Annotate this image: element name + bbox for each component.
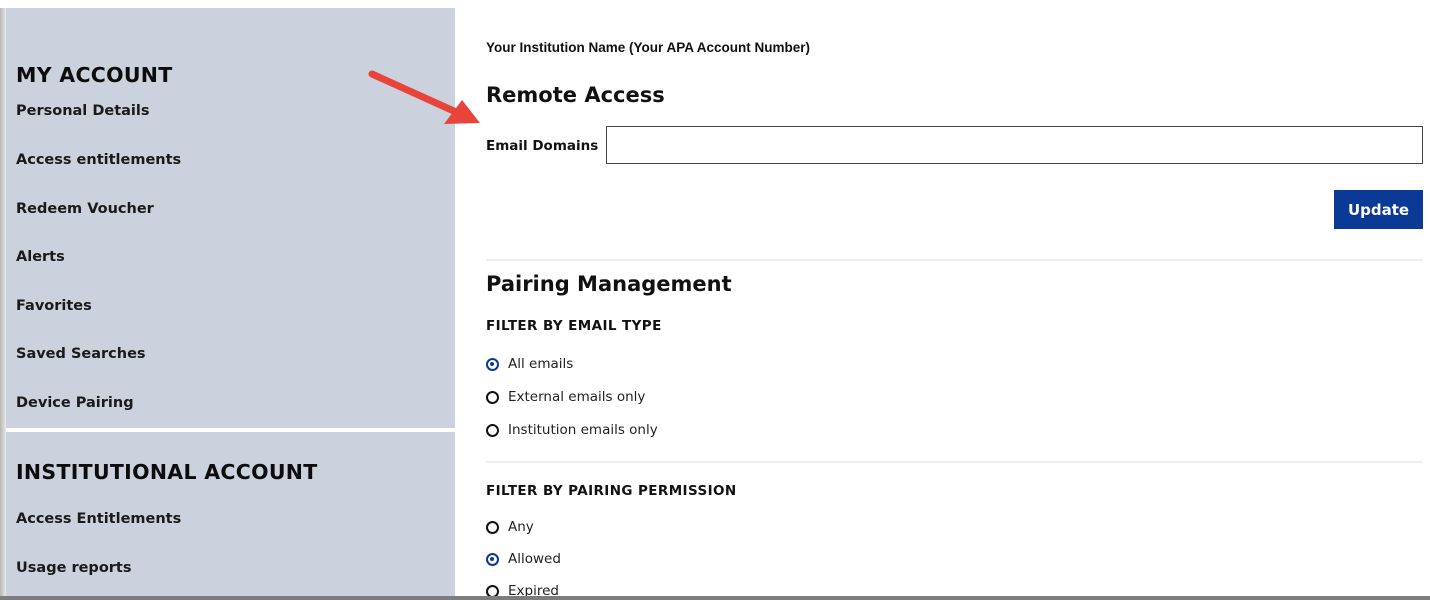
sidebar-item-usage-reports[interactable]: Usage reports: [16, 560, 132, 576]
sidebar-item-saved-searches[interactable]: Saved Searches: [16, 346, 146, 362]
institutional-account-heading: INSTITUTIONAL ACCOUNT: [16, 460, 318, 484]
radio-checked-icon[interactable]: [486, 552, 499, 566]
sidebar-item-inst-access-entitlements[interactable]: Access Entitlements: [16, 511, 181, 527]
email-domains-label: Email Domains: [486, 138, 599, 154]
sidebar-item-favorites[interactable]: Favorites: [16, 298, 92, 314]
sidebar-item-access-entitlements[interactable]: Access entitlements: [16, 152, 181, 168]
radio-label: Institution emails only: [508, 422, 658, 438]
radio-unchecked-icon[interactable]: [486, 390, 499, 404]
radio-checked-icon[interactable]: [486, 357, 499, 371]
my-account-heading: MY ACCOUNT: [16, 63, 173, 87]
radio-any[interactable]: Any: [486, 517, 534, 537]
account-page: MY ACCOUNT Personal Details Access entit…: [0, 0, 1430, 600]
radio-unchecked-icon[interactable]: [486, 423, 499, 437]
sidebar-item-alerts[interactable]: Alerts: [16, 249, 65, 265]
sidebar-item-personal-details[interactable]: Personal Details: [16, 103, 150, 119]
filter-divider: [486, 461, 1423, 463]
section-divider: [486, 259, 1423, 261]
remote-access-title: Remote Access: [486, 83, 665, 107]
radio-all-emails[interactable]: All emails: [486, 354, 573, 374]
radio-institution-emails[interactable]: Institution emails only: [486, 420, 658, 440]
radio-unchecked-icon[interactable]: [486, 520, 499, 534]
radio-label: All emails: [508, 356, 574, 372]
update-button[interactable]: Update: [1334, 190, 1423, 229]
radio-external-emails[interactable]: External emails only: [486, 387, 645, 407]
filter-permission-title: FILTER BY PAIRING PERMISSION: [486, 483, 737, 499]
filter-email-type-title: FILTER BY EMAIL TYPE: [486, 318, 662, 334]
window-shadow-bottom: [0, 596, 1430, 600]
institution-name: Your Institution Name (Your APA Account …: [486, 40, 810, 55]
sidebar-item-redeem-voucher[interactable]: Redeem Voucher: [16, 201, 154, 217]
radio-label: Allowed: [508, 551, 561, 567]
radio-allowed[interactable]: Allowed: [486, 549, 561, 569]
sidebar-item-device-pairing[interactable]: Device Pairing: [16, 395, 134, 411]
red-arrow-icon: [368, 70, 480, 124]
radio-label: Any: [508, 519, 534, 535]
email-domains-input[interactable]: [606, 126, 1423, 164]
radio-label: External emails only: [508, 389, 646, 405]
sidebar-divider: [6, 428, 455, 432]
pairing-management-title: Pairing Management: [486, 272, 732, 296]
